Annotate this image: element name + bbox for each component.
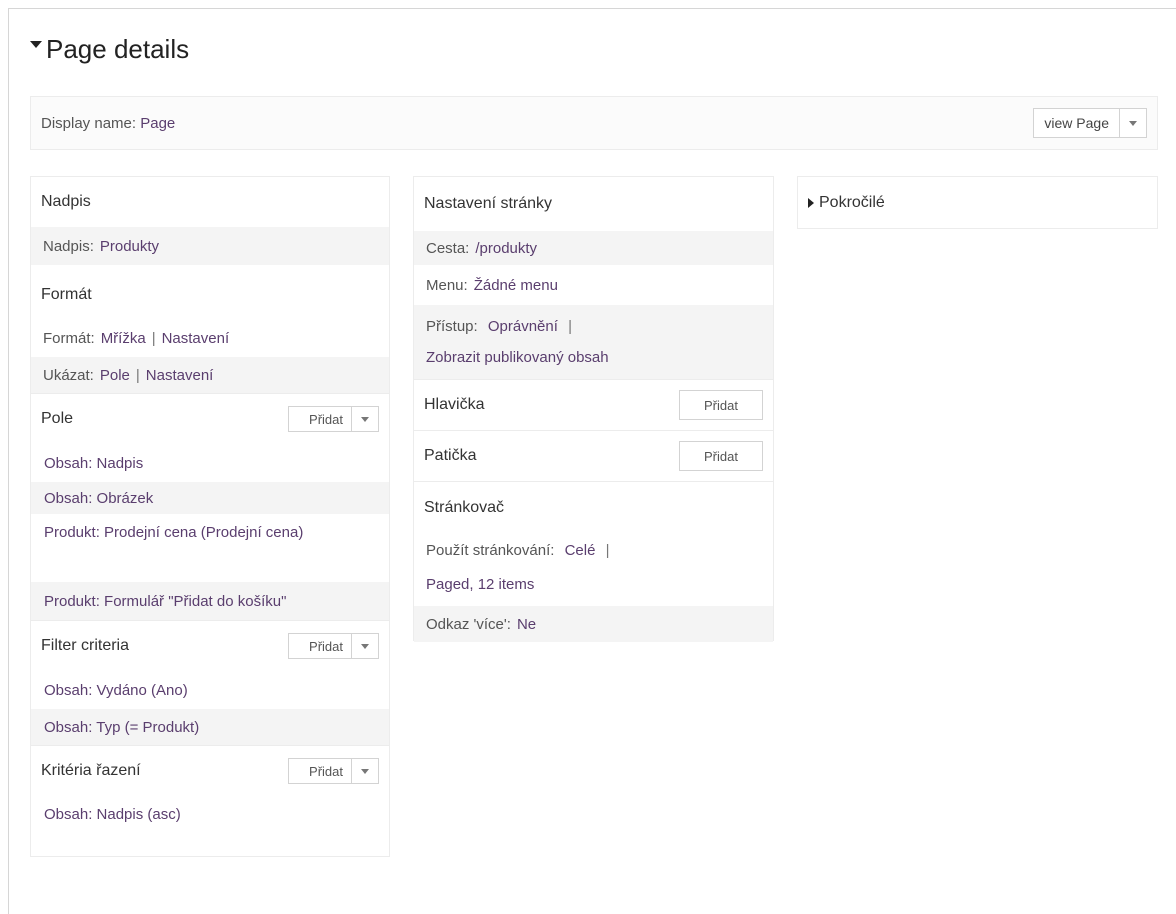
section-fields-label: Pole [41,410,74,427]
path-value-link[interactable]: /produkty [475,240,537,257]
section-sort-heading: Kritéria řazení Přidat [31,746,389,796]
advanced-toggle[interactable]: Pokročilé [798,177,1157,229]
section-page-settings-heading: Nastavení stránky [414,177,773,231]
field-item[interactable]: Produkt: Prodejní cena (Prodejní cena) [31,514,389,582]
column-settings: Nastavení stránky Cesta: /produkty Menu:… [413,176,774,642]
view-page-button[interactable]: view Page [1034,109,1119,137]
display-name-label: Display name: [41,114,137,132]
chevron-down-icon [361,416,369,422]
pager-more-value-link[interactable]: Ne [517,616,536,633]
sort-add-button[interactable]: Přidat [289,759,351,783]
section-filter-label: Filter criteria [41,637,130,654]
section-footer-label: Patička [424,447,477,464]
section-header-label: Hlavička [424,396,485,413]
pager-more-label: Odkaz 'více': [426,615,511,633]
format-label: Formát: [43,329,95,347]
filter-add-dropbutton[interactable]: Přidat [288,633,379,659]
fields-add-toggle[interactable] [351,407,378,431]
pager-use-row: Použít stránkování: Celé | Paged, 12 ite… [414,534,773,606]
section-title-heading: Nadpis [31,177,389,227]
access-label: Přístup: [426,318,478,335]
path-row: Cesta: /produkty [414,231,773,265]
separator: | [151,329,156,347]
chevron-down-icon [1129,120,1137,126]
pager-use-value-link[interactable]: Celé [565,542,596,559]
display-name-bar: Display name: Page view Page [30,96,1158,150]
section-pager-label: Stránkovač [424,499,505,516]
menu-label: Menu: [426,276,468,294]
chevron-down-icon [361,643,369,649]
section-footer-heading: Patička Přidat [414,431,773,481]
title-row: Nadpis: Produkty [31,227,389,265]
page-title[interactable]: Page details [30,34,189,65]
fields-add-dropbutton[interactable]: Přidat [288,406,379,432]
filter-item[interactable]: Obsah: Typ (= Produkt) [31,709,389,745]
show-row: Ukázat: Pole | Nastavení [31,357,389,393]
filter-item[interactable]: Obsah: Vydáno (Ano) [31,671,389,709]
page-title-text: Page details [46,34,190,64]
view-page-dropbutton[interactable]: view Page [1033,108,1147,138]
menu-value-link[interactable]: Žádné menu [474,277,558,294]
title-label: Nadpis: [43,237,94,255]
separator: | [568,318,572,335]
filter-add-toggle[interactable] [351,634,378,658]
footer-add-button[interactable]: Přidat [679,441,763,471]
format-settings-link[interactable]: Nastavení [162,330,230,347]
filter-add-button[interactable]: Přidat [289,634,351,658]
section-format-heading: Formát [31,265,389,319]
sort-add-toggle[interactable] [351,759,378,783]
show-label: Ukázat: [43,366,94,384]
column-main: Nadpis Nadpis: Produkty Formát Formát: M… [30,176,390,857]
section-title-label: Nadpis [41,193,91,210]
expand-triangle-icon [808,198,814,208]
view-page-toggle[interactable] [1119,109,1146,137]
section-header-heading: Hlavička Přidat [414,380,773,430]
show-settings-link[interactable]: Nastavení [146,367,214,384]
access-value-link[interactable]: Oprávnění [488,318,558,335]
access-detail-link[interactable]: Zobrazit publikovaný obsah [426,349,609,366]
path-label: Cesta: [426,239,470,257]
field-item[interactable]: Obsah: Nadpis [31,444,389,482]
section-pager-heading: Stránkovač [414,482,773,534]
pager-more-row: Odkaz 'více': Ne [414,606,773,642]
separator: | [605,542,610,559]
menu-row: Menu: Žádné menu [414,265,773,305]
header-add-button[interactable]: Přidat [679,390,763,420]
section-format-label: Formát [41,286,92,303]
format-row: Formát: Mřížka | Nastavení [31,319,389,357]
field-item[interactable]: Obsah: Obrázek [31,482,389,514]
column-advanced: Pokročilé [797,176,1158,229]
title-value[interactable]: Produkty [100,238,159,255]
sort-add-dropbutton[interactable]: Přidat [288,758,379,784]
sort-item[interactable]: Obsah: Nadpis (asc) [31,796,389,832]
access-row: Přístup: Oprávnění | Zobrazit publikovan… [414,305,773,379]
separator: | [135,366,140,384]
section-page-settings-label: Nastavení stránky [424,195,553,212]
display-name: Display name: Page [41,115,175,132]
chevron-down-icon [361,768,369,774]
fields-add-button[interactable]: Přidat [289,407,351,431]
field-item[interactable]: Produkt: Formulář "Přidat do košíku" [31,582,389,620]
collapse-triangle-icon [30,41,42,48]
pager-use-detail-link[interactable]: Paged, 12 items [426,576,534,593]
display-name-value[interactable]: Page [140,115,175,132]
show-value-link[interactable]: Pole [100,367,130,384]
format-value-link[interactable]: Mřížka [101,330,146,347]
pager-use-label: Použít stránkování: [426,542,555,559]
section-sort-label: Kritéria řazení [41,762,141,779]
section-fields-heading: Pole Přidat [31,394,389,444]
advanced-label: Pokročilé [819,194,885,211]
section-filter-heading: Filter criteria Přidat [31,621,389,671]
